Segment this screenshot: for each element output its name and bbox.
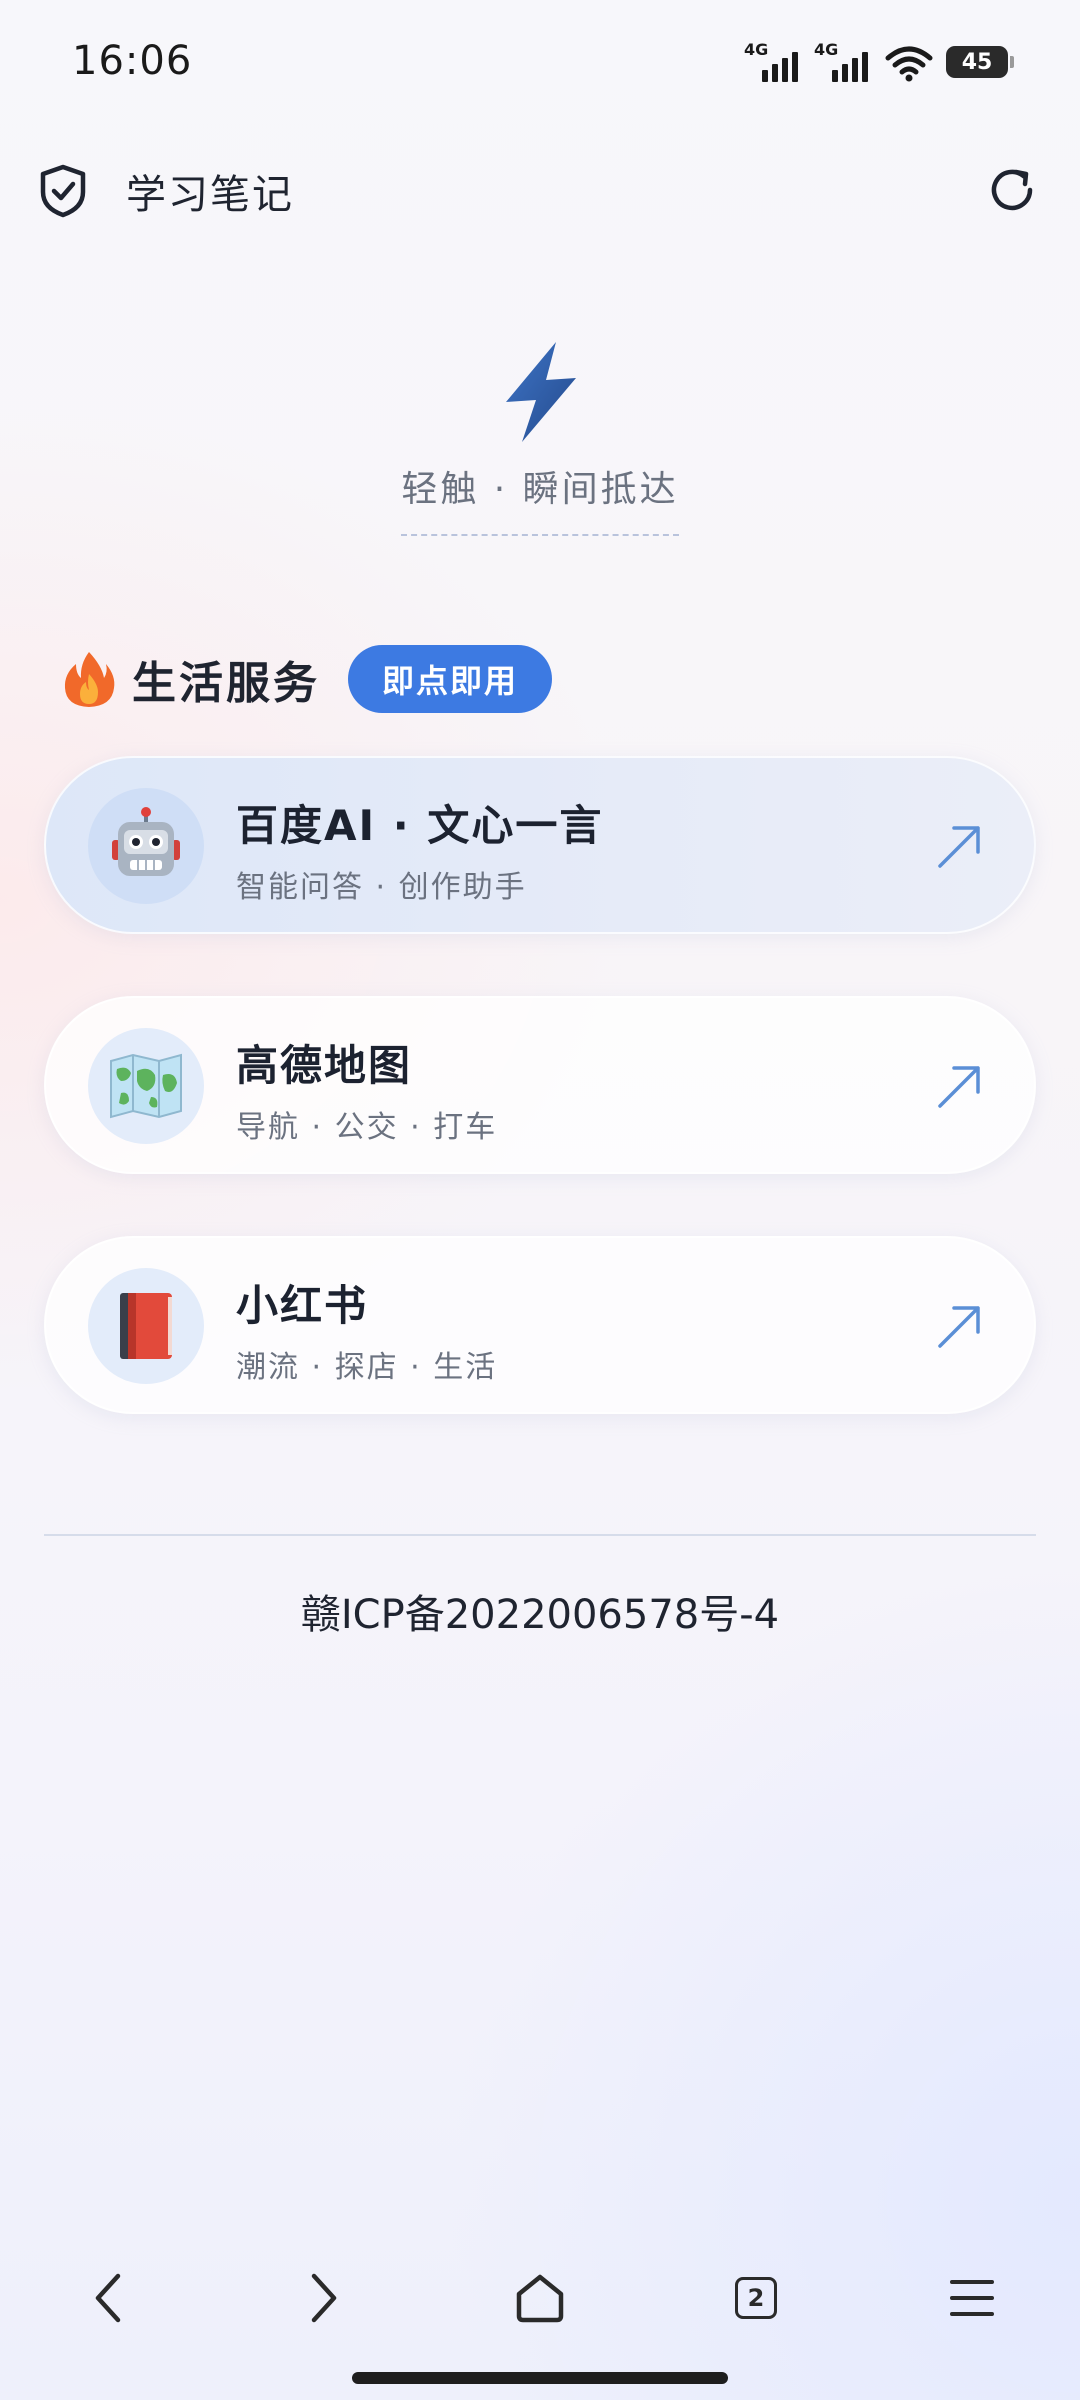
battery-level: 45	[961, 49, 993, 75]
service-card-xiaohongshu[interactable]: 小红书 潮流 · 探店 · 生活	[44, 1236, 1036, 1414]
home-indicator[interactable]	[352, 2372, 728, 2384]
service-subtitle: 智能问答 · 创作助手	[236, 870, 527, 905]
signal-icon: 4G	[814, 40, 872, 82]
lightning-bolt-icon	[506, 342, 576, 442]
service-title: 小红书	[236, 1281, 369, 1330]
page-title: 学习笔记	[126, 172, 294, 218]
tabs-button[interactable]: 2	[716, 2248, 796, 2348]
service-icon-wrap	[88, 788, 204, 904]
forward-icon	[311, 2273, 337, 2323]
battery-icon: 45	[946, 46, 1014, 78]
status-time: 16:06	[72, 38, 193, 84]
service-icon-wrap	[88, 1028, 204, 1144]
section-title: 生活服务	[132, 658, 320, 709]
service-title: 高德地图	[236, 1041, 413, 1090]
open-arrow-icon[interactable]	[932, 820, 986, 874]
back-icon	[95, 2273, 121, 2323]
service-icon-wrap	[88, 1268, 204, 1384]
hero: 轻触 · 瞬间抵达	[0, 340, 1080, 536]
forward-button[interactable]	[284, 2248, 364, 2348]
refresh-icon[interactable]	[984, 162, 1040, 218]
top-bar: 学习笔记	[0, 150, 1080, 230]
wifi-icon	[885, 46, 933, 82]
menu-icon	[950, 2280, 994, 2316]
service-card-baidu-ai[interactable]: 百度AI · 文心一言 智能问答 · 创作助手	[44, 756, 1036, 934]
browser-bottom-nav: 2	[0, 2248, 1080, 2348]
status-icons: 4G 4G 45	[744, 40, 1014, 82]
section-header: 生活服务 即点即用	[62, 644, 553, 714]
service-subtitle: 潮流 · 探店 · 生活	[236, 1350, 498, 1385]
icp-license-link[interactable]: 赣ICP备2022006578号-4	[0, 1582, 1080, 1640]
robot-icon	[112, 807, 180, 876]
hero-tagline: 轻触 · 瞬间抵达	[401, 460, 679, 536]
back-button[interactable]	[68, 2248, 148, 2348]
home-button[interactable]	[500, 2248, 580, 2348]
service-subtitle: 导航 · 公交 · 打车	[236, 1110, 498, 1145]
shield-check-icon[interactable]	[38, 164, 88, 218]
section-badge: 即点即用	[348, 645, 553, 713]
signal-icon: 4G	[744, 40, 802, 82]
fire-icon	[64, 652, 115, 707]
service-title: 百度AI · 文心一言	[236, 801, 604, 850]
footer-divider	[44, 1534, 1036, 1536]
home-icon	[516, 2274, 564, 2323]
world-map-icon	[110, 1053, 182, 1119]
menu-button[interactable]	[932, 2248, 1012, 2348]
red-book-icon	[120, 1293, 172, 1359]
tabs-icon: 2	[735, 2277, 777, 2319]
open-arrow-icon[interactable]	[932, 1300, 986, 1354]
service-card-amap[interactable]: 高德地图 导航 · 公交 · 打车	[44, 996, 1036, 1174]
open-arrow-icon[interactable]	[932, 1060, 986, 1114]
status-bar: 16:06 4G 4G 45	[0, 0, 1080, 130]
